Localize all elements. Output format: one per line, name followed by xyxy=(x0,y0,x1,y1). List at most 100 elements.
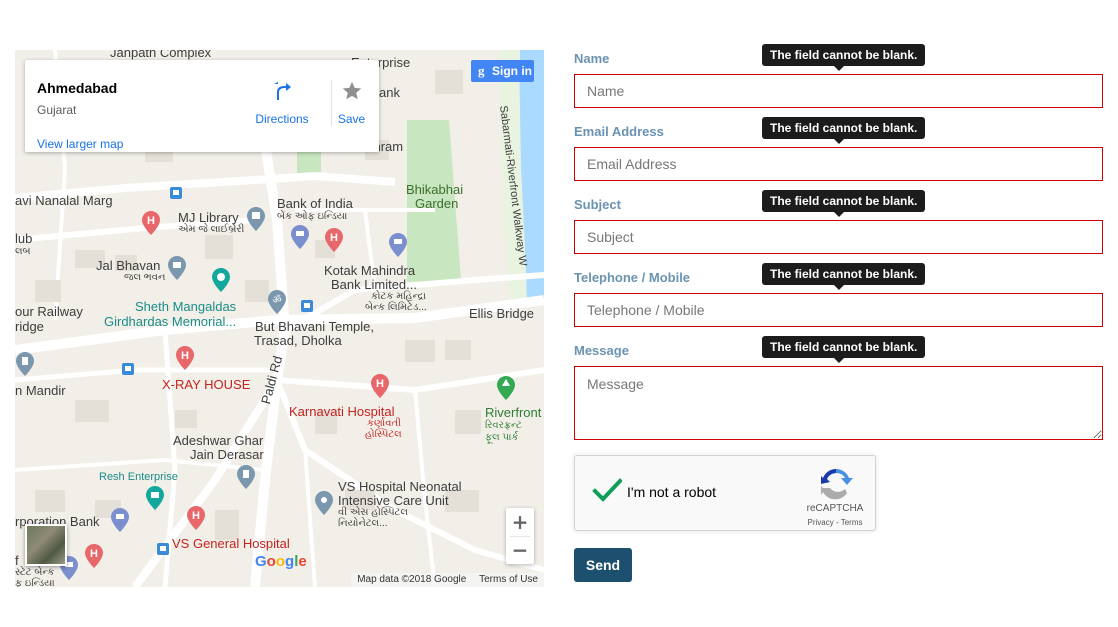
zoom-in-button[interactable]: + xyxy=(506,508,534,536)
map-label: f xyxy=(15,553,19,568)
map-label: હોસ્પિટલ xyxy=(365,429,402,440)
subject-input[interactable] xyxy=(574,220,1103,254)
telephone-error-tooltip: The field cannot be blank. xyxy=(762,263,926,290)
telephone-label: Telephone / Mobile xyxy=(574,270,691,285)
road-label: Ellis Bridge xyxy=(469,306,535,321)
sign-in-label: Sign in xyxy=(492,64,532,78)
map-label: Jain Derasar xyxy=(190,447,264,462)
bus-stop-icon[interactable] xyxy=(301,300,313,312)
recaptcha-label: I'm not a robot xyxy=(627,484,717,500)
name-input[interactable] xyxy=(574,74,1103,108)
map-label: our Railway xyxy=(15,304,83,319)
google-logo-letter: e xyxy=(298,553,307,570)
star-icon xyxy=(342,81,361,100)
telephone-input[interactable] xyxy=(574,293,1103,327)
map-label: But Bhavani Temple, xyxy=(255,319,374,334)
view-larger-map-link[interactable]: View larger map xyxy=(37,137,123,151)
map-label: Kotak Mahindra xyxy=(324,263,416,278)
recaptcha-privacy-terms-links[interactable]: Privacy - Terms xyxy=(795,518,875,527)
map-label: VS Hospital Neonatal xyxy=(338,479,462,494)
map-label: કર્ણાવતી xyxy=(367,418,401,429)
road-label: avi Nanalal Marg xyxy=(15,193,113,208)
google-logo-letter: o xyxy=(275,553,286,570)
map-label: વી એસ હોસ્પિટલ xyxy=(338,507,408,518)
museum-pin-icon[interactable] xyxy=(212,268,230,292)
directions-button[interactable]: Directions xyxy=(254,80,310,126)
map-label: VS General Hospital xyxy=(172,536,290,551)
directions-icon xyxy=(274,82,291,100)
email-label: Email Address xyxy=(574,124,664,139)
temple-pin-icon[interactable]: ॐ xyxy=(268,290,286,314)
message-textarea[interactable] xyxy=(574,366,1103,440)
message-error-tooltip: The field cannot be blank. xyxy=(762,336,926,363)
map-label: Trasad, Dholka xyxy=(254,333,342,348)
hospital-pin-icon[interactable]: H xyxy=(187,506,205,530)
map-label: Intensive Care Unit xyxy=(338,493,449,508)
map-label: Janpath Complex xyxy=(110,50,212,60)
map-label: રિવરફ્રન્ટ xyxy=(485,420,522,431)
map-label: જલ ભવન xyxy=(124,272,166,283)
map-label: Girdhardas Memorial... xyxy=(104,314,237,329)
hospital-pin-icon[interactable]: H xyxy=(85,544,103,568)
hospital-pin-icon[interactable]: H xyxy=(142,211,160,235)
directions-label: Directions xyxy=(255,112,309,126)
hospital-pin-icon[interactable]: H xyxy=(371,374,389,398)
bank-pin-icon[interactable] xyxy=(111,508,129,532)
zoom-out-button[interactable]: − xyxy=(506,536,534,564)
send-button[interactable]: Send xyxy=(574,548,632,582)
map-label: X-RAY HOUSE xyxy=(162,377,251,392)
name-label: Name xyxy=(574,51,610,66)
bank-pin-icon[interactable] xyxy=(291,225,309,249)
recaptcha-widget: I'm not a robot reCAPTCHA Privacy - Term… xyxy=(574,455,876,531)
place-pin-icon[interactable] xyxy=(315,491,333,515)
temple-pin-icon[interactable] xyxy=(16,352,34,376)
google-sign-in-button[interactable]: g Sign in xyxy=(471,60,534,82)
map-label: Bank Limited... xyxy=(331,277,417,292)
recaptcha-brand: reCAPTCHA xyxy=(806,503,864,514)
zoom-control: + − xyxy=(506,508,534,564)
map-label: Sheth Mangaldas xyxy=(135,299,237,314)
map-label: Garden xyxy=(415,196,459,211)
recaptcha-logo-icon xyxy=(821,469,853,500)
map-label: નિયોનેટલ... xyxy=(338,518,388,529)
map-label: lub xyxy=(15,231,33,246)
museum-pin-icon[interactable] xyxy=(146,486,164,510)
recaptcha-checkmark-icon[interactable] xyxy=(592,476,622,506)
library-pin-icon[interactable] xyxy=(247,207,265,231)
map-label: Bank of India xyxy=(277,196,353,211)
svg-text:H: H xyxy=(192,510,200,522)
place-region: Gujarat xyxy=(37,103,77,117)
name-error-tooltip: The field cannot be blank. xyxy=(762,44,926,71)
place-name: Ahmedabad xyxy=(37,80,118,96)
email-input[interactable] xyxy=(574,147,1103,181)
map-label: n Mandir xyxy=(15,383,66,398)
contact-page: Janpath Complex Enterprise ank shram avi… xyxy=(0,0,1118,627)
google-map[interactable]: Janpath Complex Enterprise ank shram avi… xyxy=(15,50,544,587)
map-label: બેન્ક લિમિટેડ... xyxy=(365,302,427,313)
google-plus-icon: g xyxy=(478,63,485,78)
bus-stop-icon[interactable] xyxy=(122,363,134,375)
park-pin-icon[interactable] xyxy=(497,376,515,400)
save-place-button[interactable]: Save xyxy=(331,80,371,126)
bank-pin-icon[interactable] xyxy=(389,233,407,257)
bus-stop-icon[interactable] xyxy=(170,187,182,199)
message-label: Message xyxy=(574,343,629,358)
map-label: કોટક મહિન્દ્રા xyxy=(371,291,427,302)
svg-text:ॐ: ॐ xyxy=(272,294,281,306)
hospital-pin-icon[interactable]: H xyxy=(176,346,194,370)
landmark-pin-icon[interactable] xyxy=(168,256,186,280)
temple-pin-icon[interactable] xyxy=(237,465,255,489)
terms-of-use-link[interactable]: Terms of Use xyxy=(479,574,538,585)
svg-text:H: H xyxy=(181,350,189,362)
hospital-pin-icon[interactable]: H xyxy=(325,228,343,252)
map-label: ridge xyxy=(15,319,44,334)
email-error-tooltip: The field cannot be blank. xyxy=(762,117,926,144)
satellite-view-toggle[interactable] xyxy=(25,524,67,566)
save-label: Save xyxy=(337,112,366,126)
map-label: MJ Library xyxy=(178,210,239,225)
map-data-text: Map data ©2018 Google xyxy=(357,574,467,585)
map-label: એમ જે લાઈબ્રેરી xyxy=(178,224,245,235)
google-logo: Google xyxy=(255,553,307,570)
bus-stop-icon[interactable] xyxy=(157,543,169,555)
map-label: Karnavati Hospital xyxy=(289,404,395,419)
